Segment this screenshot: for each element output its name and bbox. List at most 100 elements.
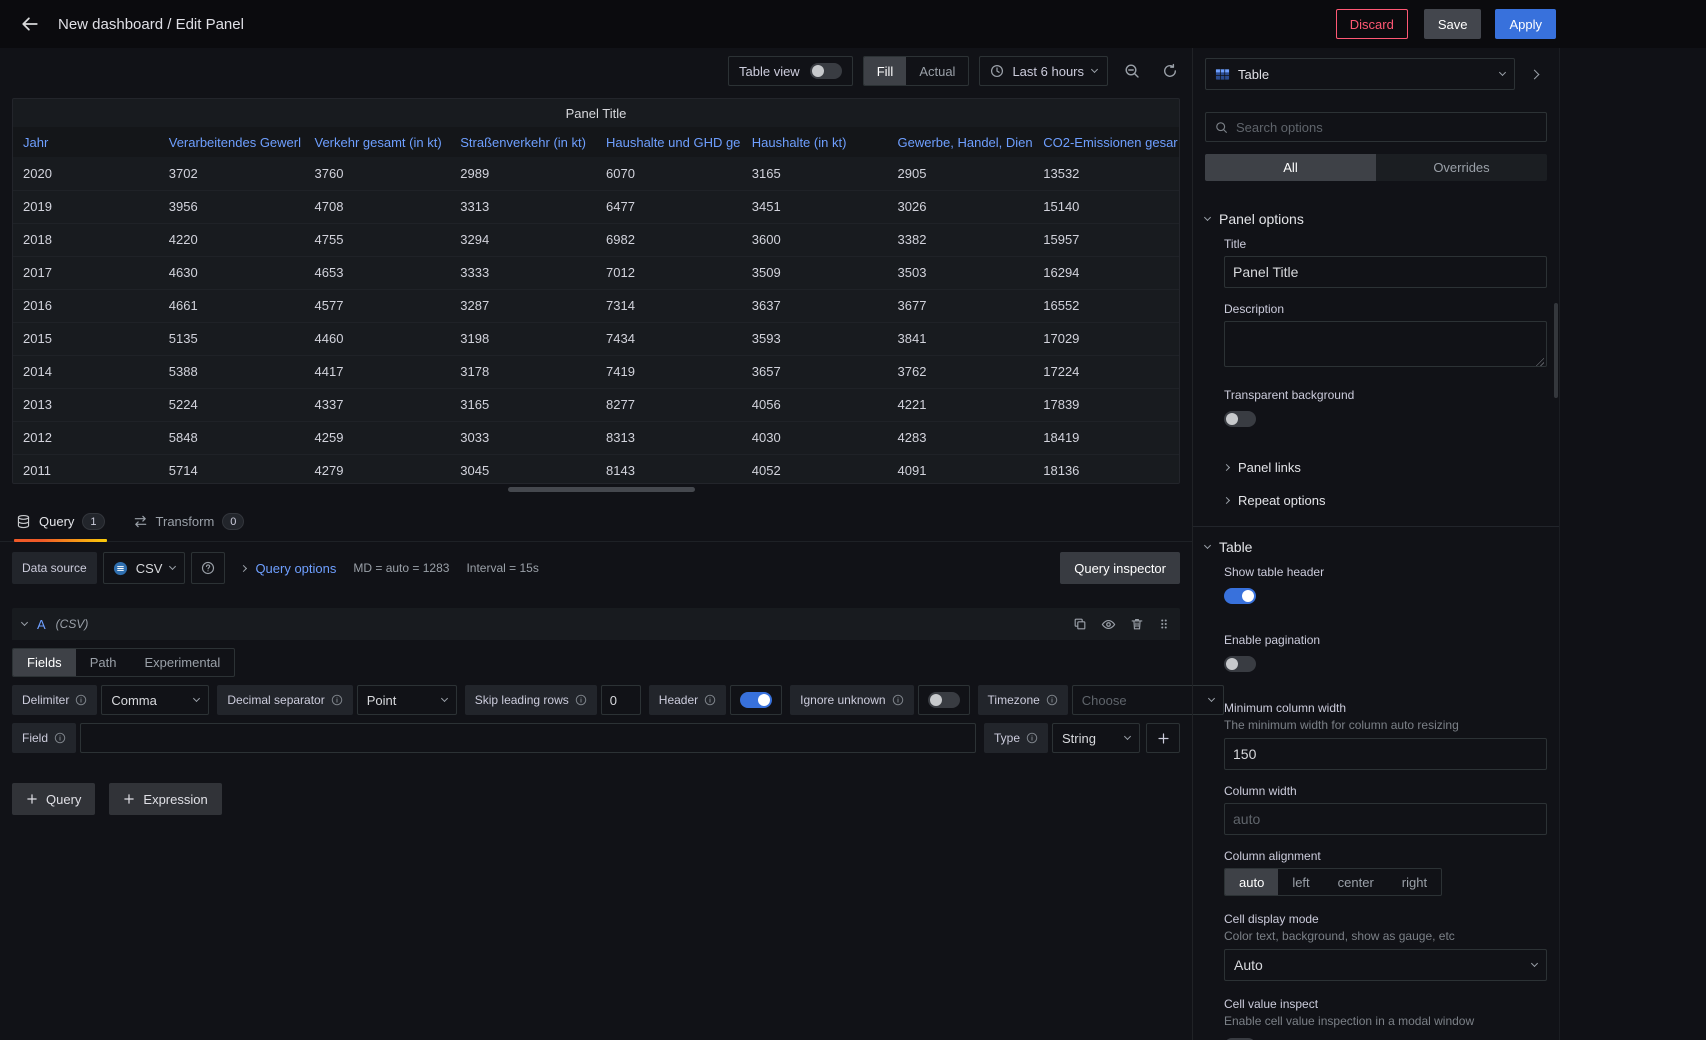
collapse-options-pane-icon[interactable] bbox=[1521, 58, 1547, 90]
table-cell: 15957 bbox=[1033, 223, 1179, 256]
add-expression-button[interactable]: Expression bbox=[109, 783, 221, 815]
column-header[interactable]: Haushalte und GHD ge bbox=[596, 127, 742, 157]
scrollbar-thumb[interactable] bbox=[508, 487, 695, 492]
column-header[interactable]: Verarbeitendes Gewerl bbox=[159, 127, 305, 157]
hide-response-eye-icon[interactable] bbox=[1101, 617, 1116, 632]
table-view-toggle[interactable] bbox=[810, 63, 842, 79]
info-icon[interactable] bbox=[704, 694, 716, 706]
table-cell: 4052 bbox=[742, 454, 888, 484]
info-icon[interactable] bbox=[892, 694, 904, 706]
tab-transform[interactable]: Transform 0 bbox=[131, 502, 247, 541]
tab-fields[interactable]: Fields bbox=[13, 649, 76, 676]
tab-query[interactable]: Query 1 bbox=[14, 502, 107, 541]
apply-button[interactable]: Apply bbox=[1495, 9, 1556, 39]
table-cell: 3198 bbox=[450, 322, 596, 355]
ignore-unknown-switch-box bbox=[918, 685, 970, 715]
align-center-option[interactable]: center bbox=[1324, 869, 1388, 895]
query-options-toggle[interactable]: Query options MD = auto = 1283 Interval … bbox=[241, 561, 538, 576]
query-editor-header[interactable]: A (CSV) bbox=[12, 608, 1180, 640]
column-header[interactable]: Gewerbe, Handel, Dien bbox=[888, 127, 1034, 157]
collapse-chevron-icon[interactable] bbox=[21, 618, 28, 625]
tab-experimental[interactable]: Experimental bbox=[130, 649, 234, 676]
table-cell: 18419 bbox=[1033, 421, 1179, 454]
column-width-input[interactable] bbox=[1224, 803, 1547, 835]
info-icon[interactable] bbox=[1026, 732, 1038, 744]
delimiter-select[interactable]: Comma bbox=[101, 685, 209, 715]
search-options-input[interactable] bbox=[1236, 120, 1537, 135]
skip-rows-label: Skip leading rows bbox=[465, 685, 597, 715]
min-column-width-input[interactable] bbox=[1224, 738, 1547, 770]
column-header[interactable]: CO2-Emissionen gesar bbox=[1033, 127, 1179, 157]
cell-display-mode-desc: Color text, background, show as gauge, e… bbox=[1224, 929, 1547, 943]
align-left-option[interactable]: left bbox=[1278, 869, 1323, 895]
ignore-unknown-toggle[interactable] bbox=[928, 692, 960, 708]
column-header[interactable]: Verkehr gesamt (in kt) bbox=[305, 127, 451, 157]
panel-title-input[interactable] bbox=[1224, 256, 1547, 288]
type-select[interactable]: String bbox=[1052, 723, 1140, 753]
decimal-separator-select[interactable]: Point bbox=[357, 685, 457, 715]
table-cell: 4661 bbox=[159, 289, 305, 322]
time-range-picker[interactable]: Last 6 hours bbox=[979, 56, 1108, 86]
field-name-input[interactable] bbox=[80, 723, 976, 753]
table-cell: 5224 bbox=[159, 388, 305, 421]
save-button[interactable]: Save bbox=[1424, 9, 1482, 39]
header-toggle[interactable] bbox=[740, 692, 772, 708]
query-count-badge: 1 bbox=[82, 513, 104, 530]
tab-all[interactable]: All bbox=[1205, 154, 1376, 181]
info-icon[interactable] bbox=[575, 694, 587, 706]
table-row: 201939564708331364773451302615140 bbox=[13, 190, 1179, 223]
fill-option[interactable]: Fill bbox=[864, 57, 907, 85]
info-icon[interactable] bbox=[75, 694, 87, 706]
panel-options-section-header[interactable]: Panel options bbox=[1205, 211, 1547, 227]
repeat-options-section[interactable]: Repeat options bbox=[1224, 493, 1547, 508]
datasource-picker[interactable]: CSV bbox=[103, 552, 186, 584]
cell-value-inspect-desc: Enable cell value inspection in a modal … bbox=[1224, 1014, 1547, 1028]
add-query-button[interactable]: Query bbox=[12, 783, 95, 815]
tab-path[interactable]: Path bbox=[76, 649, 131, 676]
zoom-out-button[interactable] bbox=[1118, 56, 1146, 86]
table-cell: 2989 bbox=[450, 157, 596, 190]
drag-handle-icon[interactable] bbox=[1158, 617, 1170, 631]
tab-overrides[interactable]: Overrides bbox=[1376, 154, 1547, 181]
transform-tab-label: Transform bbox=[156, 514, 215, 529]
enable-pagination-toggle[interactable] bbox=[1224, 656, 1256, 672]
description-textarea[interactable] bbox=[1224, 321, 1547, 367]
column-header[interactable]: Straßenverkehr (in kt) bbox=[450, 127, 596, 157]
column-header[interactable]: Jahr bbox=[13, 127, 159, 157]
show-table-header-toggle[interactable] bbox=[1224, 588, 1256, 604]
table-cell: 17029 bbox=[1033, 322, 1179, 355]
table-cell: 3762 bbox=[888, 355, 1034, 388]
skip-rows-input[interactable] bbox=[601, 685, 641, 715]
panel-links-section[interactable]: Panel links bbox=[1224, 460, 1547, 475]
info-icon[interactable] bbox=[54, 732, 66, 744]
sidebar-scrollbar-thumb[interactable] bbox=[1554, 303, 1558, 398]
visualization-picker[interactable]: Table bbox=[1205, 58, 1515, 90]
cell-display-mode-select[interactable]: Auto bbox=[1224, 949, 1547, 981]
align-auto-option[interactable]: auto bbox=[1225, 869, 1278, 895]
refresh-icon[interactable] bbox=[1156, 56, 1184, 86]
info-icon[interactable] bbox=[1046, 694, 1058, 706]
table-cell: 4460 bbox=[305, 322, 451, 355]
duplicate-query-icon[interactable] bbox=[1073, 617, 1087, 631]
discard-button[interactable]: Discard bbox=[1336, 9, 1408, 39]
table-section-header[interactable]: Table bbox=[1205, 539, 1547, 555]
chevron-down-icon bbox=[1091, 65, 1098, 72]
table-view-label: Table view bbox=[739, 64, 800, 79]
delete-query-trash-icon[interactable] bbox=[1130, 617, 1144, 631]
align-right-option[interactable]: right bbox=[1388, 869, 1441, 895]
table-cell: 8143 bbox=[596, 454, 742, 484]
column-header[interactable]: Haushalte (in kt) bbox=[742, 127, 888, 157]
transparent-bg-toggle[interactable] bbox=[1224, 411, 1256, 427]
plus-icon bbox=[26, 793, 38, 805]
query-inspector-button[interactable]: Query inspector bbox=[1060, 552, 1180, 584]
table-cell: 3026 bbox=[888, 190, 1034, 223]
table-cell: 3287 bbox=[450, 289, 596, 322]
back-icon[interactable] bbox=[16, 10, 44, 38]
table-cell: 4220 bbox=[159, 223, 305, 256]
info-icon[interactable] bbox=[331, 694, 343, 706]
add-field-plus-icon[interactable] bbox=[1146, 723, 1180, 753]
table-cell: 2020 bbox=[13, 157, 159, 190]
title-field-label: Title bbox=[1224, 237, 1547, 251]
actual-option[interactable]: Actual bbox=[906, 57, 968, 85]
datasource-help-icon[interactable] bbox=[191, 552, 225, 584]
